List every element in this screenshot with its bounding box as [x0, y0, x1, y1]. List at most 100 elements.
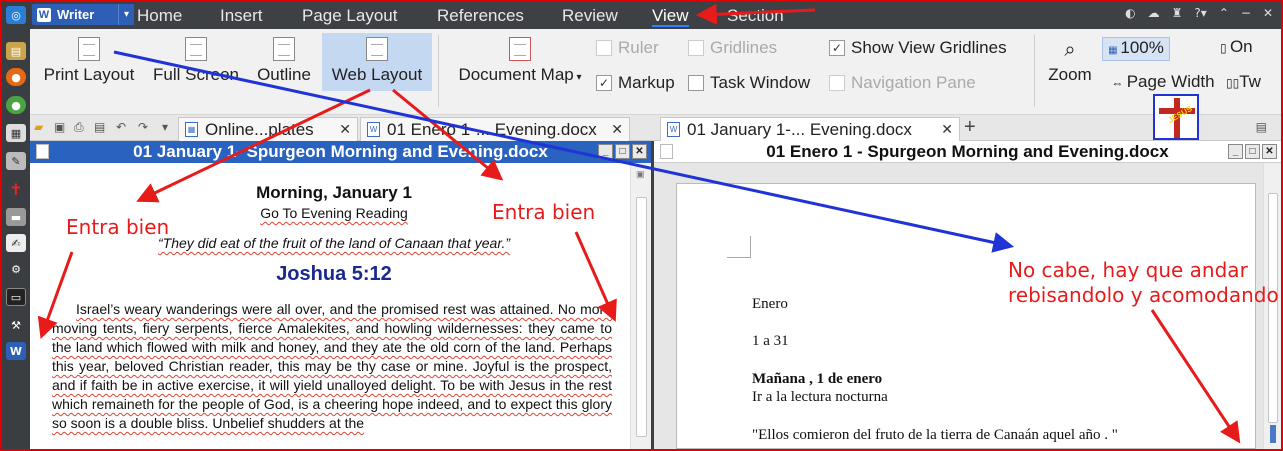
ruler-checkbox[interactable]: Ruler: [596, 38, 659, 58]
tools-icon[interactable]: ⚒: [6, 316, 26, 334]
web-layout-icon: [366, 37, 388, 61]
full-screen-button[interactable]: Full Screen: [148, 37, 244, 89]
writer-button[interactable]: W Writer: [32, 4, 118, 25]
terminal-icon[interactable]: ▭: [6, 288, 26, 306]
gridlines-label: Gridlines: [710, 38, 778, 57]
open-folder-icon[interactable]: ▰: [34, 120, 43, 134]
page-width-label: Page Width: [1126, 72, 1215, 91]
two-pages-icon: ▯▯: [1226, 76, 1240, 90]
two-pages-button[interactable]: ▯▯Tw: [1226, 72, 1282, 96]
page-width-button[interactable]: ⇔ Page Width: [1104, 72, 1222, 96]
maximize-icon[interactable]: □: [1245, 144, 1260, 159]
tab-menu-icon[interactable]: ▤: [1256, 120, 1267, 134]
chrome-icon[interactable]: ●: [6, 96, 26, 114]
chevron-down-icon[interactable]: ▾: [118, 4, 134, 25]
close-icon[interactable]: ✕: [1262, 144, 1277, 159]
settings-icon[interactable]: ⚙: [6, 260, 26, 278]
menu-home[interactable]: Home: [137, 4, 182, 27]
app-launcher: ◎ ▤ ● ● ▦ ✎ ✝ ▬ ✍ ⚙ ▭ ⚒ W: [2, 2, 30, 449]
ubuntu-logo-icon[interactable]: ◎: [6, 6, 26, 24]
show-view-gridlines-checkbox[interactable]: ✓ Show View Gridlines: [829, 38, 1007, 58]
save-icon[interactable]: ▣: [54, 120, 65, 134]
preview-icon[interactable]: ▤: [94, 120, 105, 134]
cloud-icon[interactable]: ☁: [1148, 6, 1160, 26]
print-layout-label: Print Layout: [43, 65, 135, 84]
full-screen-icon: [185, 37, 207, 61]
cross-icon[interactable]: ✝: [6, 180, 26, 199]
zoom-button[interactable]: ⌕ Zoom: [1042, 37, 1098, 89]
print-layout-button[interactable]: Print Layout: [36, 37, 142, 89]
tab-january[interactable]: W 01 January 1-... Evening.docx ✕: [660, 117, 960, 141]
minimize-icon[interactable]: _: [1228, 144, 1243, 159]
left-scrollbar[interactable]: ▣: [630, 163, 651, 449]
right-document-page[interactable]: Enero 1 a 31 Mañana , 1 de enero Ir a la…: [676, 183, 1256, 449]
document-icon[interactable]: ▦: [6, 124, 26, 142]
task-window-checkbox[interactable]: Task Window: [688, 73, 810, 93]
jesus-cross-sticker: JESÚS: [1153, 94, 1199, 140]
skin-icon[interactable]: ◐: [1125, 6, 1135, 26]
web-layout-label: Web Layout: [331, 65, 423, 84]
checkbox-box: [596, 40, 612, 56]
menu-section[interactable]: Section: [727, 4, 784, 27]
menu-insert[interactable]: Insert: [220, 4, 263, 27]
redo-icon[interactable]: ↷: [138, 120, 148, 134]
shirt-icon[interactable]: ♜: [1172, 6, 1183, 26]
firefox-icon[interactable]: ●: [6, 68, 26, 86]
menu-references[interactable]: References: [437, 4, 524, 27]
zoom-100-button[interactable]: ▦ 100%: [1102, 37, 1170, 61]
evening-reading-link[interactable]: Go To Evening Reading: [260, 205, 408, 221]
close-icon[interactable]: ✕: [941, 118, 953, 141]
print-layout-icon: [78, 37, 100, 61]
web-layout-button[interactable]: Web Layout: [322, 33, 432, 91]
print-icon[interactable]: ⎙: [74, 120, 84, 135]
help-icon[interactable]: ?▾: [1194, 6, 1206, 26]
checkbox-box: [829, 75, 845, 91]
scroll-thumb[interactable]: [1268, 193, 1278, 423]
right-window-title: 01 Enero 1 - Spurgeon Morning and Evenin…: [766, 142, 1169, 161]
ruler-label: Ruler: [618, 38, 659, 57]
maximize-icon[interactable]: □: [615, 144, 630, 159]
add-tab-button[interactable]: +: [964, 116, 976, 139]
page-width-icon: ⇔: [1111, 76, 1127, 90]
navigation-pane-checkbox[interactable]: Navigation Pane: [829, 73, 976, 93]
one-page-icon: ▯: [1220, 41, 1230, 55]
menu-view[interactable]: View: [652, 4, 689, 27]
checkbox-box: [688, 40, 704, 56]
close-icon[interactable]: ✕: [1263, 6, 1273, 26]
one-page-button[interactable]: ▯ On: [1220, 37, 1280, 61]
document-map-button[interactable]: Document Map ▾: [446, 37, 594, 89]
tab-online-templates[interactable]: ▦ Online...plates ✕: [178, 117, 358, 141]
template-icon: ▦: [185, 122, 198, 137]
minimize-icon[interactable]: −: [1241, 6, 1251, 26]
close-icon[interactable]: ✕: [611, 118, 623, 141]
scroll-thumb[interactable]: [636, 197, 647, 437]
outline-button[interactable]: Outline: [248, 37, 320, 89]
notes-icon[interactable]: ✍: [6, 234, 26, 252]
right-window-titlebar[interactable]: 01 Enero 1 - Spurgeon Morning and Evenin…: [654, 141, 1281, 163]
left-window-titlebar[interactable]: 01 January 1- Spurgeon Morning and Eveni…: [30, 141, 651, 163]
writer-logo-icon: W: [37, 7, 51, 22]
markup-checkbox[interactable]: ✓ Markup: [596, 73, 675, 93]
editor-icon[interactable]: ✎: [6, 152, 26, 170]
wps-writer-icon[interactable]: W: [6, 342, 26, 360]
show-view-gridlines-label: Show View Gridlines: [851, 38, 1007, 57]
tab-enero[interactable]: W 01 Enero 1-... Evening.docx ✕: [360, 117, 630, 141]
drive-icon[interactable]: ▬: [6, 208, 26, 226]
document-map-icon: [509, 37, 531, 61]
close-icon[interactable]: ✕: [632, 144, 647, 159]
minimize-icon[interactable]: _: [598, 144, 613, 159]
collapse-icon[interactable]: ⌃: [1219, 6, 1229, 26]
view-ribbon: Print Layout Full Screen Outline Web Lay…: [30, 29, 1281, 115]
close-icon[interactable]: ✕: [339, 118, 351, 141]
menu-review[interactable]: Review: [562, 4, 618, 27]
left-document-window: 01 January 1- Spurgeon Morning and Eveni…: [30, 141, 651, 449]
task-window-label: Task Window: [710, 73, 811, 92]
magnifier-icon: ⌕: [1064, 37, 1076, 61]
annotation-right-line1: No cabe, hay que andar: [1008, 258, 1248, 282]
gridlines-checkbox[interactable]: Gridlines: [688, 38, 777, 58]
undo-icon[interactable]: ↶: [116, 120, 126, 134]
files-icon[interactable]: ▤: [6, 42, 26, 60]
menu-page-layout[interactable]: Page Layout: [302, 4, 397, 27]
customize-icon[interactable]: ▾: [162, 120, 168, 134]
scroll-position-mark: [1270, 425, 1276, 443]
